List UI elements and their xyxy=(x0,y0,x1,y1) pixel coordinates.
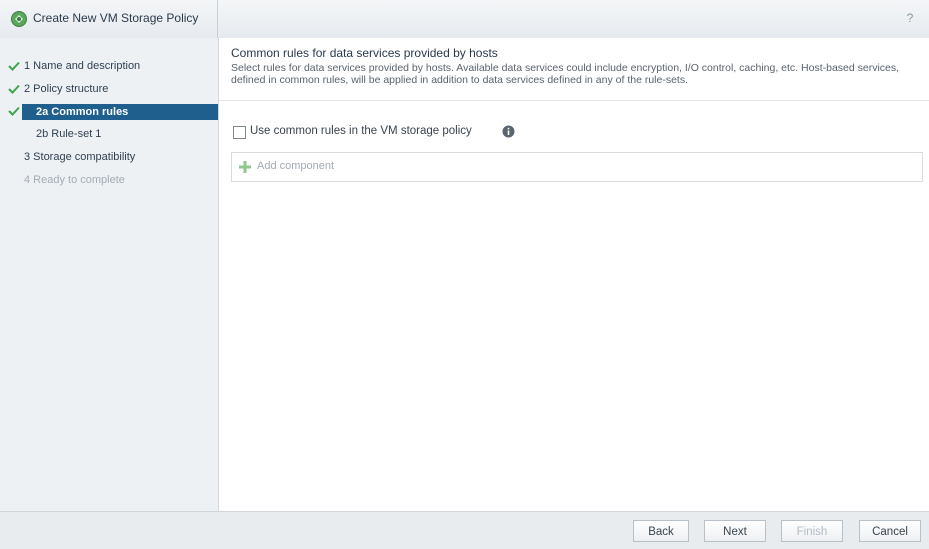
add-component-label: Add component xyxy=(257,160,335,172)
nav-item-ready-to-complete: 4 Ready to complete xyxy=(0,170,218,190)
storage-policy-icon xyxy=(10,10,28,28)
nav-item-name-and-description[interactable]: 1 Name and description xyxy=(0,56,218,76)
title-separator xyxy=(217,0,218,38)
page-title: Common rules for data services provided … xyxy=(231,46,498,60)
plus-icon xyxy=(238,160,252,174)
add-component-button[interactable]: Add component xyxy=(231,152,923,182)
page-description: Select rules for data services provided … xyxy=(231,62,900,86)
use-common-rules-checkbox[interactable] xyxy=(233,126,246,139)
nav-item-common-rules[interactable]: 2a Common rules xyxy=(22,104,218,120)
wizard-navigation: 1 Name and description 2 Policy structur… xyxy=(0,38,219,511)
back-button[interactable]: Back xyxy=(633,520,689,542)
nav-item-label: 2a Common rules xyxy=(36,106,129,118)
window-title: Create New VM Storage Policy xyxy=(33,11,199,25)
finish-button: Finish xyxy=(781,520,843,542)
nav-item-label: 2b Rule-set 1 xyxy=(36,128,102,140)
wizard-footer: Back Next Finish Cancel xyxy=(0,511,929,549)
check-icon xyxy=(7,79,21,99)
header-divider xyxy=(219,100,929,101)
title-bar: Create New VM Storage Policy ? xyxy=(0,0,929,39)
help-icon[interactable]: ? xyxy=(901,11,919,27)
nav-item-label: 2 Policy structure xyxy=(24,83,109,95)
nav-item-rule-set-1[interactable]: 2b Rule-set 1 xyxy=(0,124,218,144)
create-vm-storage-policy-dialog: Create New VM Storage Policy ? 1 Name an… xyxy=(0,0,929,549)
nav-item-label: 4 Ready to complete xyxy=(24,174,125,186)
check-icon xyxy=(7,56,21,76)
main-content: Common rules for data services provided … xyxy=(219,38,929,511)
info-icon[interactable] xyxy=(502,125,515,138)
use-common-rules-label[interactable]: Use common rules in the VM storage polic… xyxy=(250,125,472,137)
nav-item-label: 1 Name and description xyxy=(24,60,141,72)
nav-item-policy-structure[interactable]: 2 Policy structure xyxy=(0,79,218,99)
check-icon xyxy=(7,102,21,122)
nav-item-storage-compatibility[interactable]: 3 Storage compatibility xyxy=(0,147,218,167)
cancel-button[interactable]: Cancel xyxy=(859,520,921,542)
next-button[interactable]: Next xyxy=(704,520,766,542)
nav-item-label: 3 Storage compatibility xyxy=(24,151,136,163)
